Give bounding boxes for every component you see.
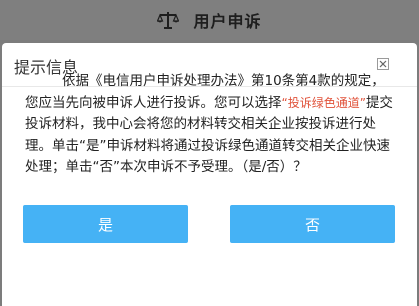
page-header: 用户申诉 bbox=[0, 0, 419, 40]
green-channel-link[interactable]: “投诉绿色通道” bbox=[282, 96, 366, 110]
dialog-message: 依据《电信用户申诉处理办法》第10条第4款的规定，您应当先向被申诉人进行投诉。您… bbox=[25, 71, 395, 179]
no-button[interactable]: 否 bbox=[230, 205, 395, 243]
page-title: 用户申诉 bbox=[193, 12, 262, 31]
scale-icon bbox=[157, 9, 180, 31]
yes-button[interactable]: 是 bbox=[23, 205, 188, 243]
close-icon[interactable] bbox=[377, 58, 389, 70]
